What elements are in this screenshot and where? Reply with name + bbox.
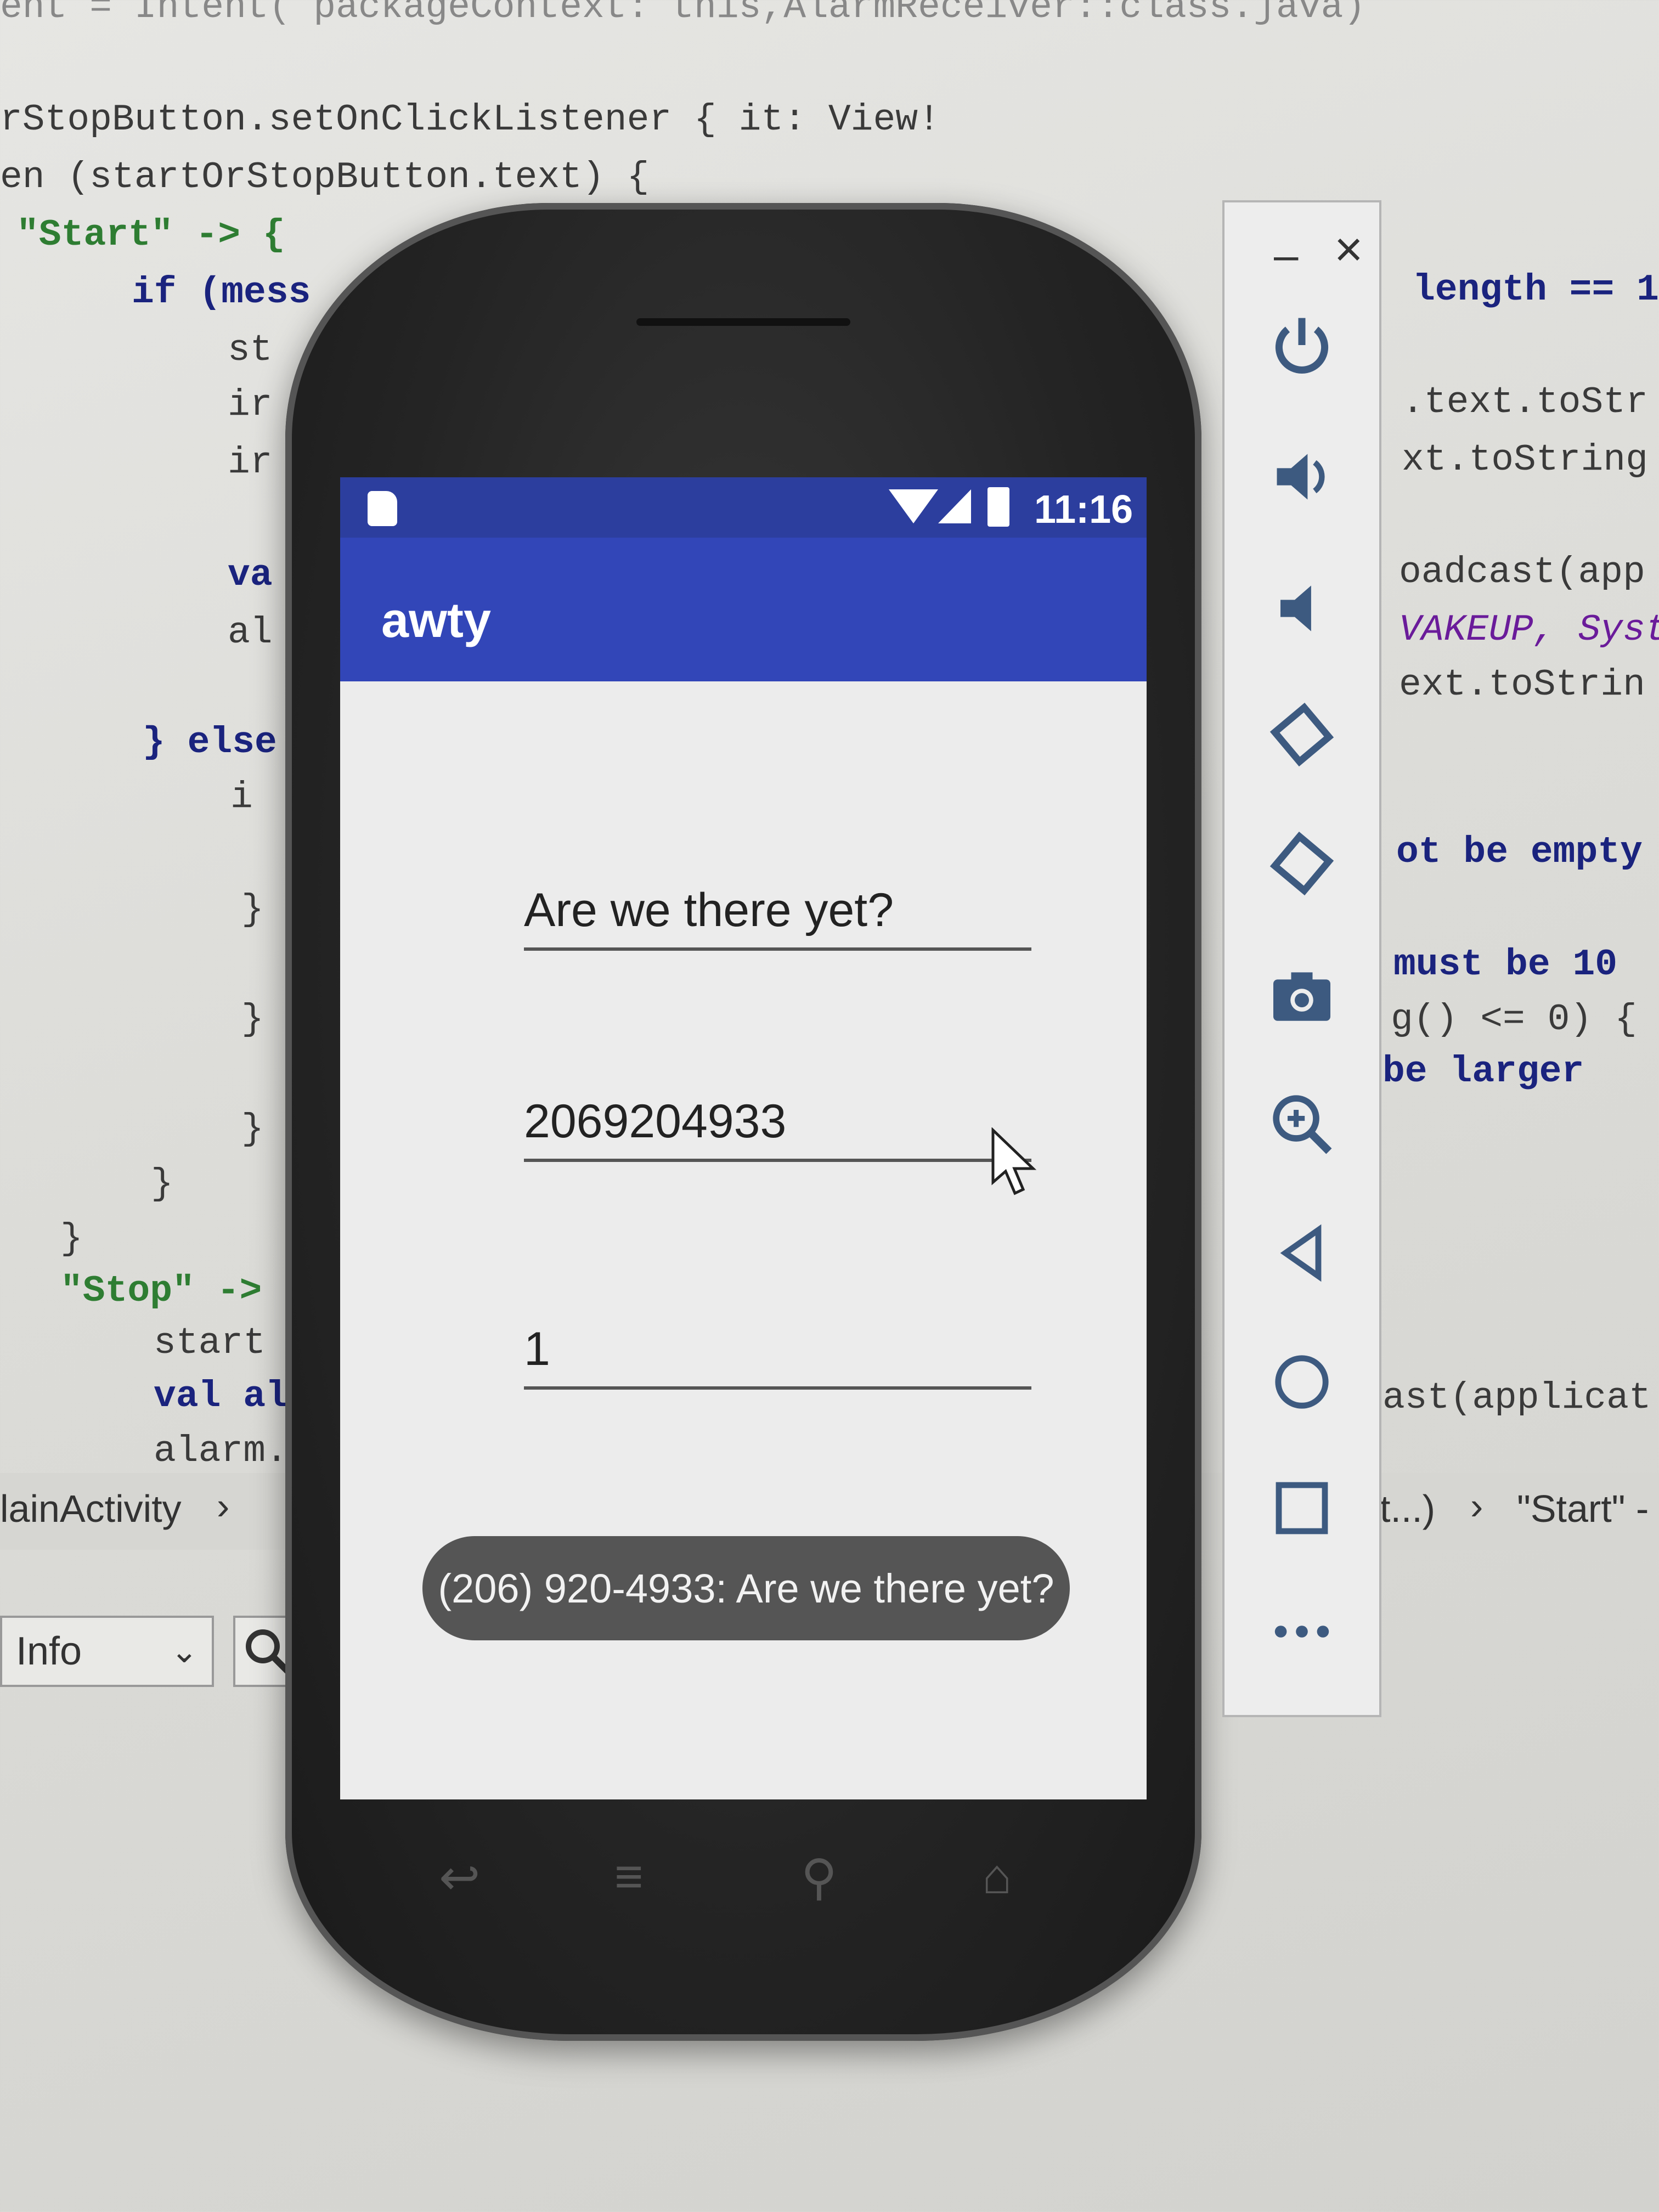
code-line: alarm. xyxy=(154,1430,288,1472)
code-line-right: be larger xyxy=(1383,1051,1584,1093)
breadcrumb-start[interactable]: "Start" - xyxy=(1517,1487,1649,1531)
code-line: } else xyxy=(143,721,277,764)
log-level-value: Info xyxy=(16,1629,82,1673)
phone-speaker xyxy=(636,318,850,326)
code-line-right: oadcast(app xyxy=(1399,551,1645,594)
rotate-right-icon[interactable] xyxy=(1258,820,1346,907)
hw-menu-icon[interactable]: ≡ xyxy=(614,1849,675,1904)
more-icon[interactable] xyxy=(1258,1588,1346,1675)
code-line: start xyxy=(154,1322,266,1364)
breadcrumb-chevron-icon: › xyxy=(1470,1485,1483,1527)
code-line-right: xt.toString xyxy=(1402,439,1648,481)
code-line-right: g() <= 0) { xyxy=(1391,998,1637,1041)
code-line: rStopButton.setOnClickListener { it: Vie… xyxy=(0,99,940,141)
home-icon[interactable] xyxy=(1258,1338,1346,1426)
rotate-left-icon[interactable] xyxy=(1258,691,1346,778)
code-line: val al xyxy=(154,1375,288,1418)
code-line: st xyxy=(228,329,273,371)
code-line: } xyxy=(241,889,264,931)
signal-icon xyxy=(938,489,971,523)
breadcrumb-chevron-icon: › xyxy=(217,1485,230,1527)
code-line: "Start" -> { xyxy=(16,214,285,256)
close-icon[interactable]: × xyxy=(1334,222,1363,278)
hw-search-icon[interactable]: ⚲ xyxy=(801,1849,861,1905)
code-line-right: ast(applicat xyxy=(1383,1377,1651,1419)
code-line: en (startOrStopButton.text) { xyxy=(0,156,650,199)
code-line: i xyxy=(230,776,253,819)
hw-home-icon[interactable]: ⌂ xyxy=(982,1849,1042,1904)
breadcrumb-method[interactable]: t...) xyxy=(1380,1487,1435,1531)
phone-hardware-keys: ↩ ≡ ⚲ ⌂ xyxy=(428,1849,1048,1915)
log-level-select[interactable]: Info ⌄ xyxy=(0,1616,214,1687)
phone-number-input[interactable]: 2069204933 xyxy=(524,1094,1031,1162)
code-line: "Stop" -> xyxy=(60,1270,262,1312)
code-line-right: ext.toStrin xyxy=(1399,664,1645,706)
toast-message: (206) 920-4933: Are we there yet? xyxy=(422,1536,1070,1640)
status-time: 11:16 xyxy=(1034,488,1133,532)
volume-down-icon[interactable] xyxy=(1258,565,1346,652)
code-line: } xyxy=(151,1163,173,1205)
app-title: awty xyxy=(381,593,492,648)
code-line-right: VAKEUP, Syst xyxy=(1399,609,1659,651)
code-line: va xyxy=(228,554,273,596)
code-line: ir xyxy=(228,442,273,484)
message-input[interactable]: Are we there yet? xyxy=(524,883,1031,951)
battery-icon xyxy=(988,487,1009,527)
code-line-right: length == 1 xyxy=(1413,269,1659,311)
status-bar: 11:16 xyxy=(340,477,1147,538)
code-line: if (mess xyxy=(132,272,311,314)
sd-card-icon xyxy=(368,491,397,526)
phone-screen: 11:16 awty Are we there yet? 2069204933 … xyxy=(340,477,1147,1799)
wifi-icon xyxy=(889,489,938,523)
camera-icon[interactable] xyxy=(1258,951,1346,1039)
app-bar: awty xyxy=(340,538,1147,681)
mouse-cursor-icon xyxy=(991,1127,1037,1195)
code-line: } xyxy=(241,1108,264,1150)
chevron-down-icon: ⌄ xyxy=(170,1633,198,1669)
code-line: al xyxy=(228,612,273,654)
code-line: } xyxy=(60,1218,83,1260)
breadcrumb-main-activity[interactable]: lainActivity xyxy=(0,1487,182,1531)
code-line: ent = Intent( packageContext: this,Alarm… xyxy=(0,0,1366,29)
emulator-toolbar: – × xyxy=(1222,200,1381,1717)
code-line: ir xyxy=(228,384,273,426)
code-line-right: must be 10 xyxy=(1393,944,1618,986)
overview-icon[interactable] xyxy=(1258,1464,1346,1552)
back-icon[interactable] xyxy=(1258,1209,1346,1297)
hw-back-icon[interactable]: ↩ xyxy=(439,1849,499,1905)
code-line: } xyxy=(241,998,264,1041)
code-line-right: ot be empty xyxy=(1396,831,1643,873)
volume-up-icon[interactable] xyxy=(1258,433,1346,521)
zoom-icon[interactable] xyxy=(1258,1080,1346,1168)
power-icon[interactable] xyxy=(1258,301,1346,389)
code-line-right: .text.toStr xyxy=(1402,381,1648,424)
interval-input[interactable]: 1 xyxy=(524,1322,1031,1390)
minimize-icon[interactable]: – xyxy=(1274,230,1299,280)
